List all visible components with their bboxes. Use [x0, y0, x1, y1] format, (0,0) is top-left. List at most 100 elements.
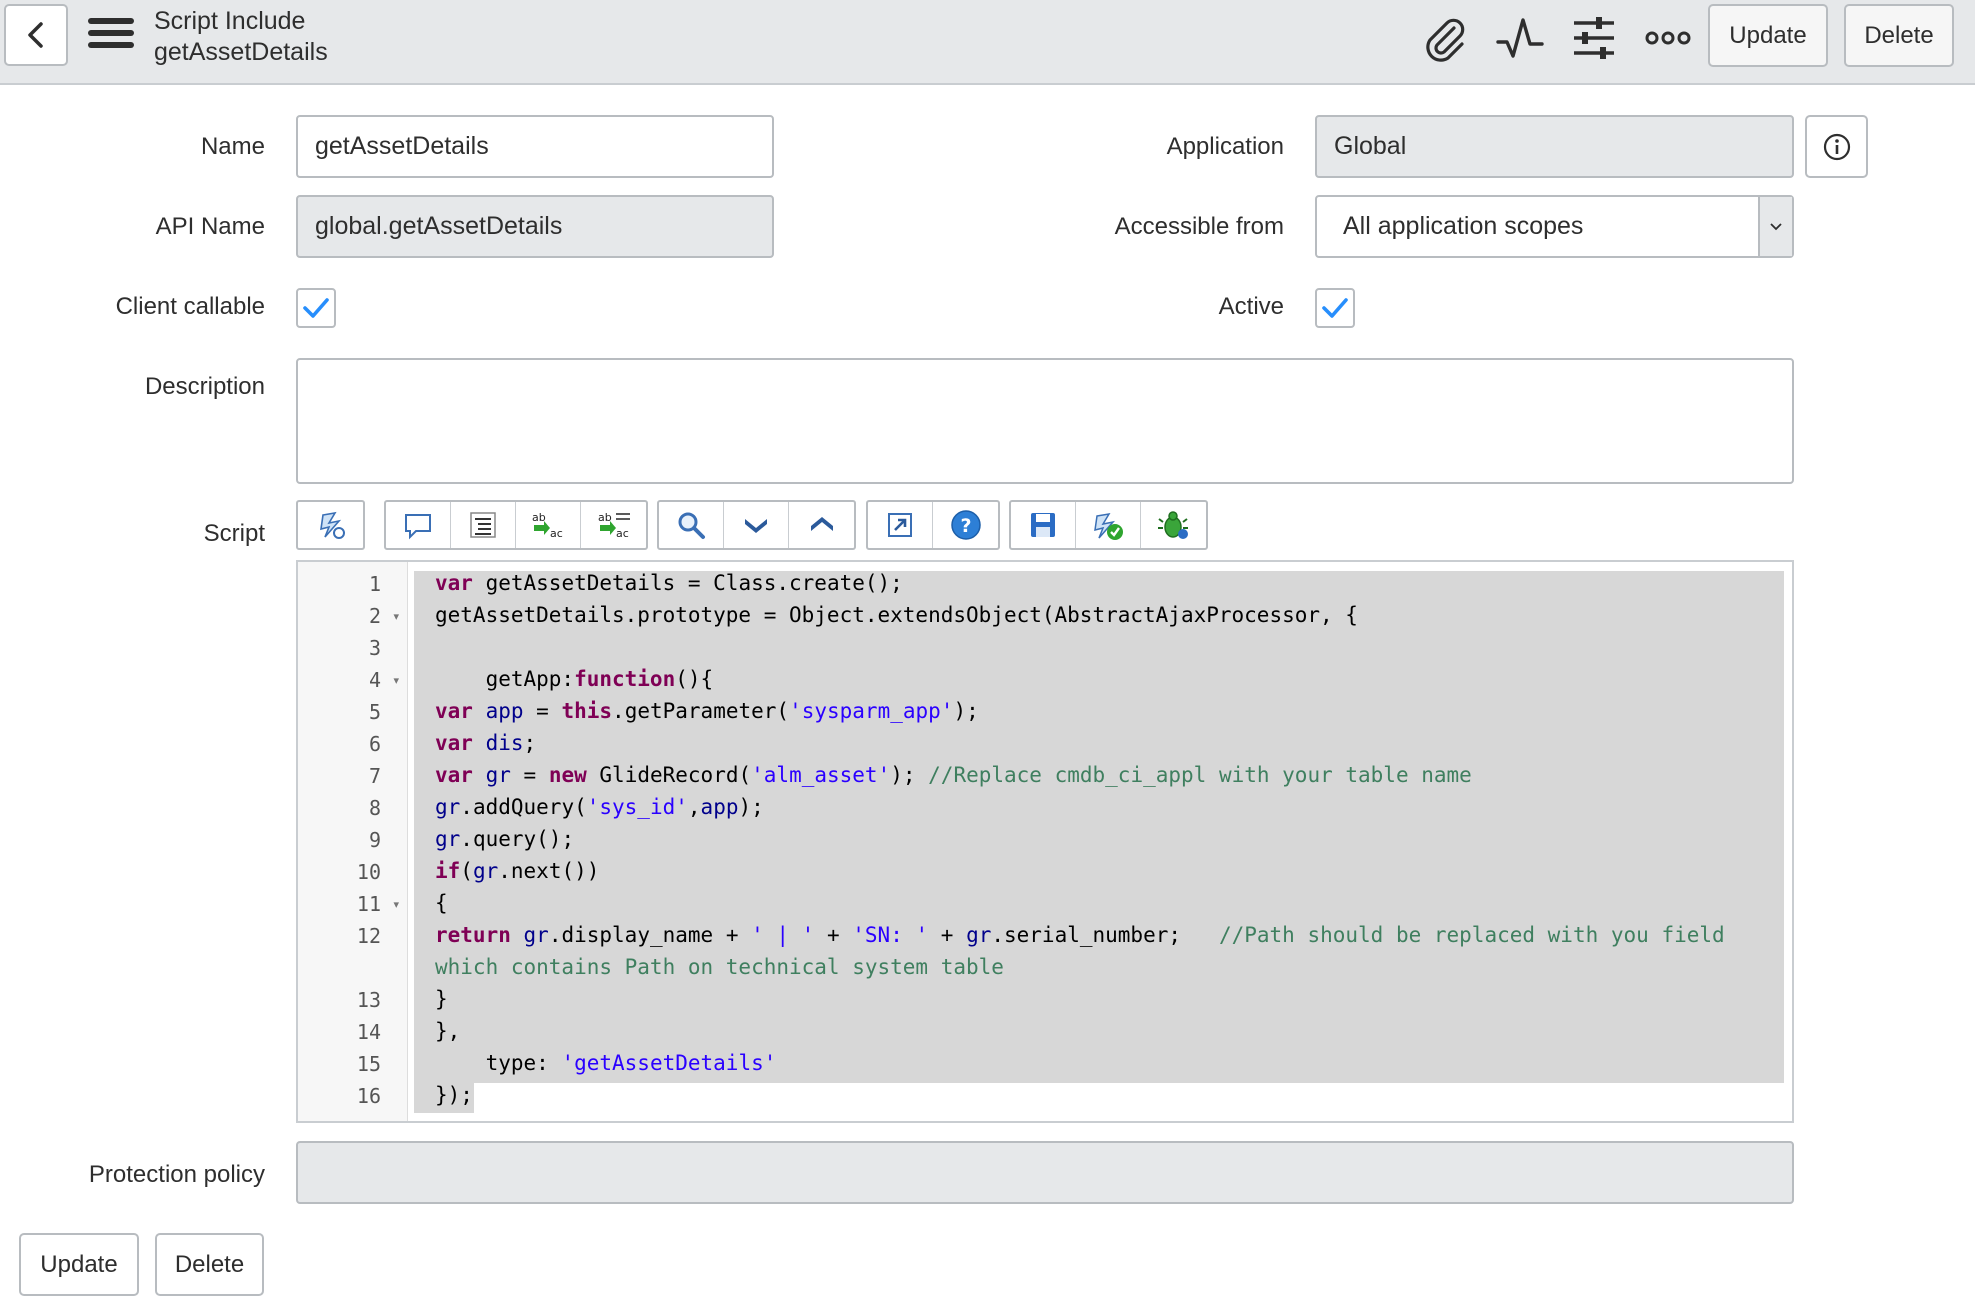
code-token: this	[561, 699, 613, 723]
code-token: getApp:	[435, 667, 575, 691]
active-label: Active	[1218, 293, 1284, 320]
comment-icon[interactable]	[386, 502, 451, 548]
code-token: getAssetDetails.prototype = Object.exten…	[435, 603, 1358, 627]
fold-arrow-icon[interactable]: ▾	[393, 898, 399, 911]
svg-text:ac: ac	[550, 527, 563, 540]
footer-delete-button[interactable]: Delete	[155, 1233, 264, 1296]
fullscreen-icon[interactable]	[868, 502, 933, 548]
code-token: );	[953, 699, 979, 723]
code-token: var	[435, 763, 473, 787]
record-type: Script Include	[154, 7, 306, 35]
code-line[interactable]: getApp:function(){	[435, 664, 714, 694]
code-line[interactable]: gr.addQuery('sys_id',app);	[435, 792, 764, 822]
check-syntax-icon[interactable]	[1076, 502, 1141, 548]
line-number: 11	[356, 892, 381, 916]
more-options-icon[interactable]	[1644, 14, 1692, 62]
replace-icon[interactable]: ab ac	[516, 502, 581, 548]
line-number: 10	[356, 860, 381, 884]
code-token: var	[435, 699, 473, 723]
code-token: getAssetDetails = Class.create();	[472, 571, 903, 595]
code-line[interactable]: which contains Path on technical system …	[435, 952, 1004, 982]
svg-text:ab: ab	[598, 511, 612, 524]
code-token: +	[928, 923, 967, 947]
client-callable-checkbox[interactable]	[296, 288, 336, 328]
accessible-from-select[interactable]: All application scopes	[1315, 195, 1794, 258]
code-token: if	[435, 859, 461, 883]
record-name: getAssetDetails	[154, 38, 328, 66]
code-line[interactable]: var dis;	[435, 728, 536, 758]
format-code-icon[interactable]	[451, 502, 516, 548]
line-number: 6	[368, 732, 381, 756]
checkmark-icon	[1322, 298, 1348, 318]
save-icon[interactable]	[1011, 502, 1076, 548]
line-number: 15	[356, 1052, 381, 1076]
line-number: 13	[356, 988, 381, 1012]
code-token: 'alm_asset'	[751, 763, 891, 787]
code-token: gr	[472, 859, 499, 883]
line-number: 8	[368, 796, 381, 820]
code-token: +	[814, 923, 853, 947]
code-token: //Path should be replaced with you field	[1218, 923, 1725, 947]
fold-arrow-icon[interactable]: ▾	[393, 674, 399, 687]
footer-update-button[interactable]: Update	[19, 1233, 139, 1296]
code-token: );	[738, 795, 764, 819]
toggle-syntax-icon[interactable]	[298, 502, 363, 548]
application-info-button[interactable]	[1805, 115, 1868, 178]
line-number: 16	[356, 1084, 381, 1108]
code-token: type:	[435, 1051, 562, 1075]
settings-sliders-icon[interactable]	[1570, 14, 1618, 62]
header-update-button[interactable]: Update	[1708, 4, 1828, 67]
code-token: ,	[687, 795, 701, 819]
page-title: Script Include getAssetDetails	[154, 6, 328, 68]
find-previous-icon[interactable]	[789, 502, 854, 548]
search-icon[interactable]	[659, 502, 724, 548]
code-line[interactable]: return gr.display_name + ' | ' + 'SN: ' …	[435, 920, 1725, 950]
code-token: gr	[435, 795, 461, 819]
debug-icon[interactable]	[1141, 502, 1206, 548]
protection-policy-field[interactable]	[296, 1141, 1794, 1204]
menu-icon[interactable]	[88, 18, 134, 56]
code-line[interactable]: type: 'getAssetDetails'	[435, 1048, 777, 1078]
line-number: 14	[356, 1020, 381, 1044]
code-line[interactable]: var gr = new GlideRecord('alm_asset'); /…	[435, 760, 1472, 790]
activity-icon[interactable]	[1496, 14, 1544, 62]
code-line[interactable]: if(gr.next())	[435, 856, 599, 886]
code-token: });	[435, 1083, 473, 1107]
script-editor[interactable]: 1 2 ▾ 3 4 ▾ 5 6 7 8 9 10 11 ▾ 12 13 14 15 16 var getAssetD…	[296, 560, 1794, 1123]
name-field[interactable]: getAssetDetails	[296, 115, 774, 178]
header-delete-button[interactable]: Delete	[1844, 4, 1954, 67]
paperclip-icon[interactable]	[1420, 14, 1468, 62]
line-number: 4	[368, 668, 381, 692]
code-line[interactable]: var getAssetDetails = Class.create();	[435, 568, 903, 598]
toolbar-group-syntax	[296, 500, 365, 550]
code-line[interactable]: },	[435, 1016, 460, 1046]
code-token: }	[435, 987, 448, 1011]
svg-text:ab: ab	[532, 511, 546, 524]
code-token: new	[548, 763, 587, 787]
help-icon[interactable]: ?	[933, 502, 998, 548]
code-line[interactable]: }	[435, 984, 448, 1014]
description-label: Description	[144, 373, 265, 400]
code-token: .serial_number;	[991, 923, 1219, 947]
code-line[interactable]: var app = this.getParameter('sysparm_app…	[435, 696, 979, 726]
code-token: },	[435, 1019, 461, 1043]
code-token: .query();	[460, 827, 575, 851]
active-checkbox[interactable]	[1315, 288, 1355, 328]
description-field[interactable]	[296, 358, 1794, 484]
code-line[interactable]: getAssetDetails.prototype = Object.exten…	[435, 600, 1358, 630]
fold-arrow-icon[interactable]: ▾	[393, 610, 399, 623]
find-next-icon[interactable]	[724, 502, 789, 548]
checkmark-icon	[303, 298, 329, 318]
code-line[interactable]: gr.query();	[435, 824, 574, 854]
code-line[interactable]: });	[435, 1080, 473, 1110]
replace-all-icon[interactable]: ab ac	[581, 502, 646, 548]
accessible-from-value: All application scopes	[1343, 212, 1584, 240]
code-line[interactable]: {	[435, 888, 448, 918]
back-button[interactable]	[4, 4, 68, 66]
svg-text:?: ?	[960, 515, 971, 537]
code-token: //Replace cmdb_ci_appl with your table n…	[928, 763, 1472, 787]
code-token: ' | '	[751, 923, 815, 947]
code-token: =	[523, 699, 562, 723]
code-token: .addQuery(	[460, 795, 587, 819]
